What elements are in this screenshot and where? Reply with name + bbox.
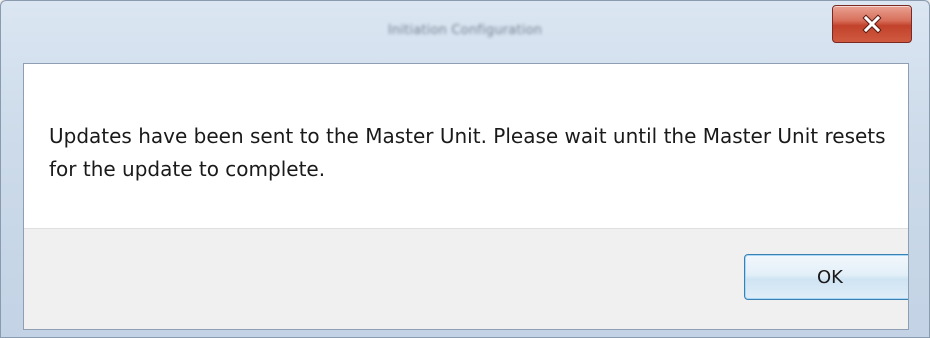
message-text: Updates have been sent to the Master Uni… <box>49 124 886 181</box>
message-panel: Updates have been sent to the Master Uni… <box>24 64 908 228</box>
close-button[interactable] <box>832 5 912 43</box>
dialog-window: Initiation Configuration Updates have be… <box>0 0 930 338</box>
ok-button[interactable]: OK <box>744 254 908 300</box>
button-panel: OK <box>24 228 908 329</box>
close-icon <box>862 14 882 34</box>
title-bar[interactable]: Initiation Configuration <box>1 1 929 63</box>
window-title: Initiation Configuration <box>387 23 543 38</box>
dialog-client-area: Updates have been sent to the Master Uni… <box>23 63 909 330</box>
